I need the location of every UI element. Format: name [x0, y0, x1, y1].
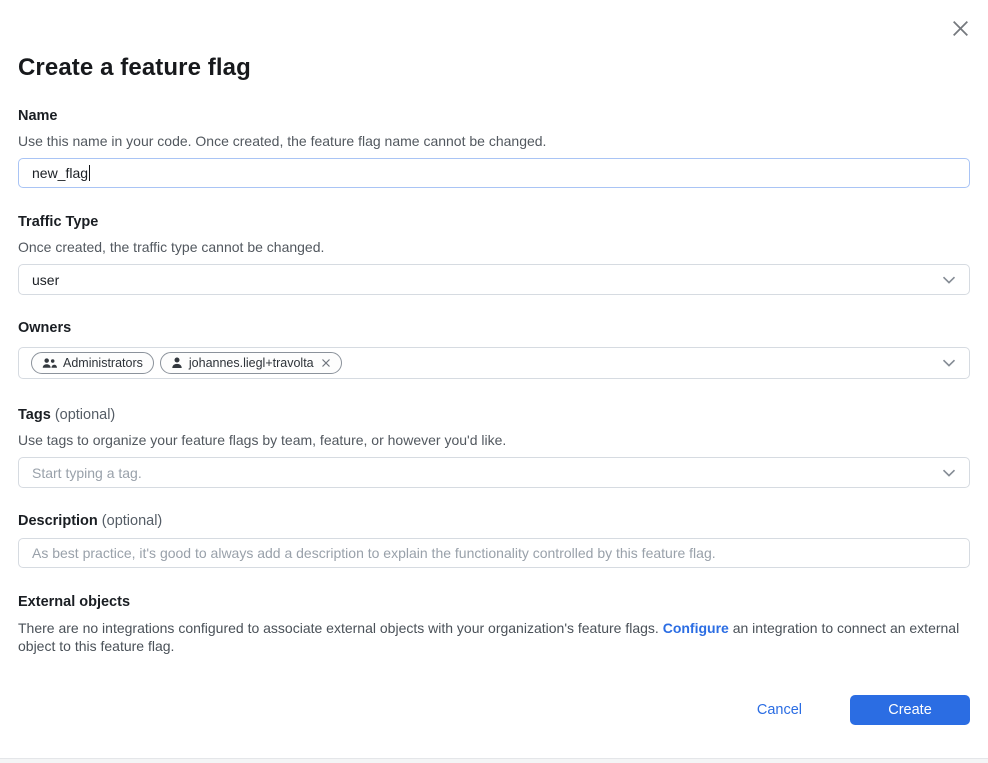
name-input-value: new_flag [32, 165, 88, 181]
person-icon [171, 357, 183, 369]
create-button[interactable]: Create [850, 695, 970, 725]
name-field-group: Name Use this name in your code. Once cr… [18, 108, 970, 188]
owner-chip-label: Administrators [63, 356, 143, 370]
traffic-type-select[interactable]: user [18, 264, 970, 295]
traffic-type-field-group: Traffic Type Once created, the traffic t… [18, 214, 970, 295]
close-button[interactable] [948, 16, 972, 40]
traffic-type-help-text: Once created, the traffic type cannot be… [18, 239, 970, 256]
description-optional-suffix: (optional) [102, 513, 162, 529]
dialog-title: Create a feature flag [18, 0, 970, 82]
create-feature-flag-dialog: Create a feature flag Name Use this name… [0, 0, 988, 763]
owner-chip-label: johannes.liegl+travolta [189, 356, 314, 370]
description-label: Description (optional) [18, 513, 970, 529]
page-bottom-edge [0, 758, 988, 763]
name-help-text: Use this name in your code. Once created… [18, 133, 970, 150]
owners-field-group: Owners Administrators johannes.liegl+tra… [18, 320, 970, 379]
chevron-down-icon [942, 276, 956, 284]
tags-help-text: Use tags to organize your feature flags … [18, 432, 970, 449]
close-icon [950, 18, 971, 39]
chevron-down-icon [942, 469, 956, 477]
external-objects-text: There are no integrations configured to … [18, 619, 970, 655]
traffic-type-selected-value: user [32, 272, 59, 288]
tags-field-group: Tags (optional) Use tags to organize you… [18, 407, 970, 488]
owners-multiselect[interactable]: Administrators johannes.liegl+travolta [18, 347, 970, 379]
remove-owner-icon[interactable] [321, 358, 331, 368]
tags-label: Tags (optional) [18, 407, 970, 423]
external-objects-text-before: There are no integrations configured to … [18, 620, 663, 636]
group-icon [42, 357, 57, 369]
chevron-down-icon [942, 359, 956, 367]
tags-optional-suffix: (optional) [55, 407, 115, 423]
external-objects-label: External objects [18, 594, 970, 610]
dialog-footer: Cancel Create [18, 695, 970, 725]
tags-select[interactable]: Start typing a tag. [18, 457, 970, 488]
name-label: Name [18, 108, 970, 124]
tags-placeholder: Start typing a tag. [32, 465, 142, 481]
owners-label: Owners [18, 320, 970, 336]
configure-link[interactable]: Configure [663, 620, 729, 636]
traffic-type-label: Traffic Type [18, 214, 970, 230]
description-label-text: Description [18, 513, 98, 529]
text-cursor [89, 165, 90, 181]
cancel-button[interactable]: Cancel [757, 702, 802, 718]
description-field-group: Description (optional) [18, 513, 970, 568]
owner-chip-administrators: Administrators [31, 352, 154, 374]
description-input[interactable] [18, 538, 970, 568]
name-input[interactable]: new_flag [18, 158, 970, 188]
tags-label-text: Tags [18, 407, 51, 423]
external-objects-section: External objects There are no integratio… [18, 594, 970, 655]
owner-chip-user: johannes.liegl+travolta [160, 352, 342, 374]
